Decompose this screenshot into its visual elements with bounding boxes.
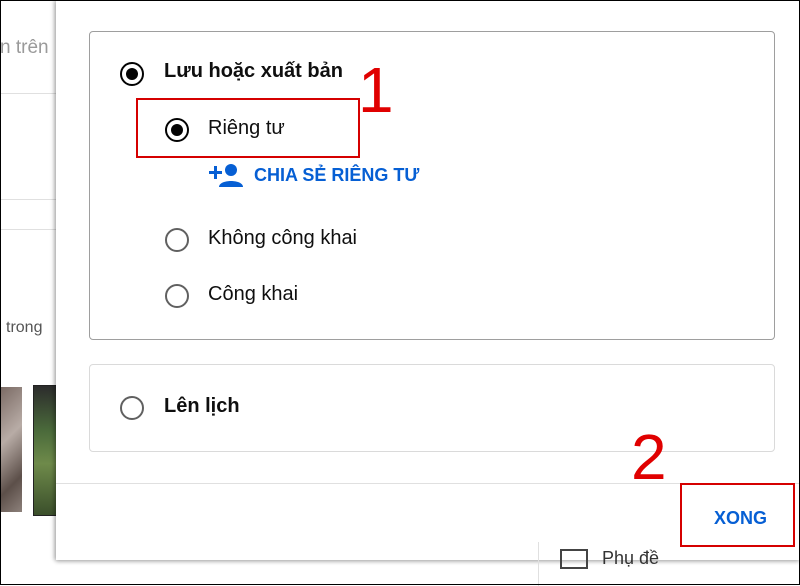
share-privately-link[interactable]: CHIA SẺ RIÊNG TƯ	[208, 162, 419, 188]
background-divider	[0, 199, 56, 200]
save-or-publish-label: Lưu hoặc xuất bản	[164, 60, 343, 82]
background-text: trong	[6, 319, 43, 336]
unlisted-radio[interactable]	[165, 228, 189, 252]
share-privately-label: CHIA SẺ RIÊNG TƯ	[254, 164, 420, 185]
subtitles-label: Phụ đề	[602, 548, 660, 568]
save-or-publish-radio[interactable]	[120, 62, 144, 86]
annotation-number-1: 1	[358, 54, 394, 126]
background-divider	[0, 229, 56, 230]
background-search-text: n trên	[0, 37, 49, 58]
subtitles-partial: Phụ đề	[538, 542, 660, 586]
schedule-radio[interactable]	[120, 396, 144, 420]
person-add-icon	[209, 164, 243, 187]
highlight-box-private	[136, 98, 360, 158]
video-thumbnail[interactable]	[33, 385, 57, 516]
background-page: n trên trong	[0, 0, 57, 585]
subtitles-icon	[560, 548, 588, 569]
panel-divider	[538, 542, 539, 586]
unlisted-label[interactable]: Không công khai	[208, 227, 357, 250]
annotation-number-2: 2	[631, 421, 667, 493]
highlight-box-done	[680, 483, 795, 547]
video-thumbnail[interactable]	[0, 387, 22, 512]
background-divider	[0, 93, 56, 94]
public-label[interactable]: Công khai	[208, 283, 298, 306]
public-radio[interactable]	[165, 284, 189, 308]
schedule-label[interactable]: Lên lịch	[164, 395, 240, 418]
